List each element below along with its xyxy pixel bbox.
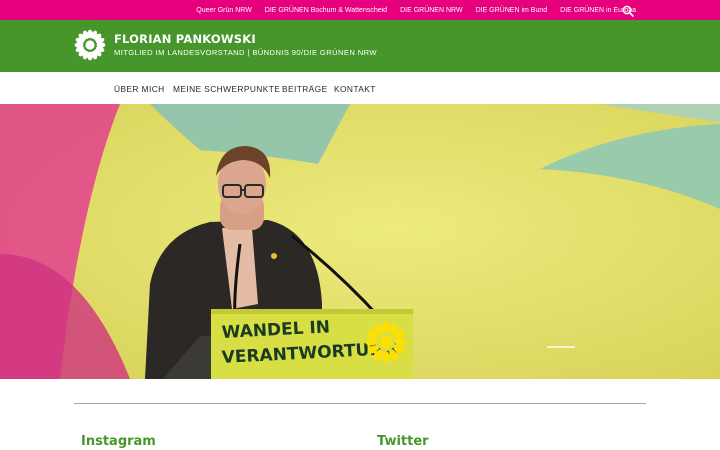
nav-item-ueber-mich[interactable]: ÜBER MICH — [114, 84, 165, 94]
site-header — [0, 20, 720, 72]
nav-item-schwerpunkte[interactable]: MEINE SCHWERPUNKTE — [173, 84, 280, 94]
divider — [74, 403, 646, 404]
topbar-link-gruene-bochum[interactable]: DIE GRÜNEN Bochum & Wattenscheid — [265, 7, 387, 14]
widget-title-twitter: Twitter — [377, 434, 429, 449]
search-icon[interactable] — [622, 4, 634, 17]
topbar-link-queer-gruen-nrw[interactable]: Queer Grün NRW — [196, 7, 252, 14]
topbar-link-gruene-nrw[interactable]: DIE GRÜNEN NRW — [400, 7, 462, 14]
top-bar: Queer Grün NRW DIE GRÜNEN Bochum & Watte… — [0, 0, 720, 20]
sunflower-icon[interactable] — [74, 29, 106, 61]
main-nav: ÜBER MICH MEINE SCHWERPUNKTE BEITRÄGE KO… — [0, 72, 720, 104]
nav-item-kontakt[interactable]: KONTAKT — [334, 84, 376, 94]
nav-item-beitraege[interactable]: BEITRÄGE — [282, 84, 328, 94]
hero-image: WANDEL IN VERANTWORTUNG. — [0, 104, 720, 379]
site-title[interactable]: FLORIAN PANKOWSKI — [114, 32, 256, 46]
site-subtitle: MITGLIED IM LANDESVORSTAND | BÜNDNIS 90/… — [114, 48, 377, 57]
topbar-link-gruene-bund[interactable]: DIE GRÜNEN im Bund — [476, 7, 548, 14]
widget-title-instagram: Instagram — [81, 434, 156, 449]
